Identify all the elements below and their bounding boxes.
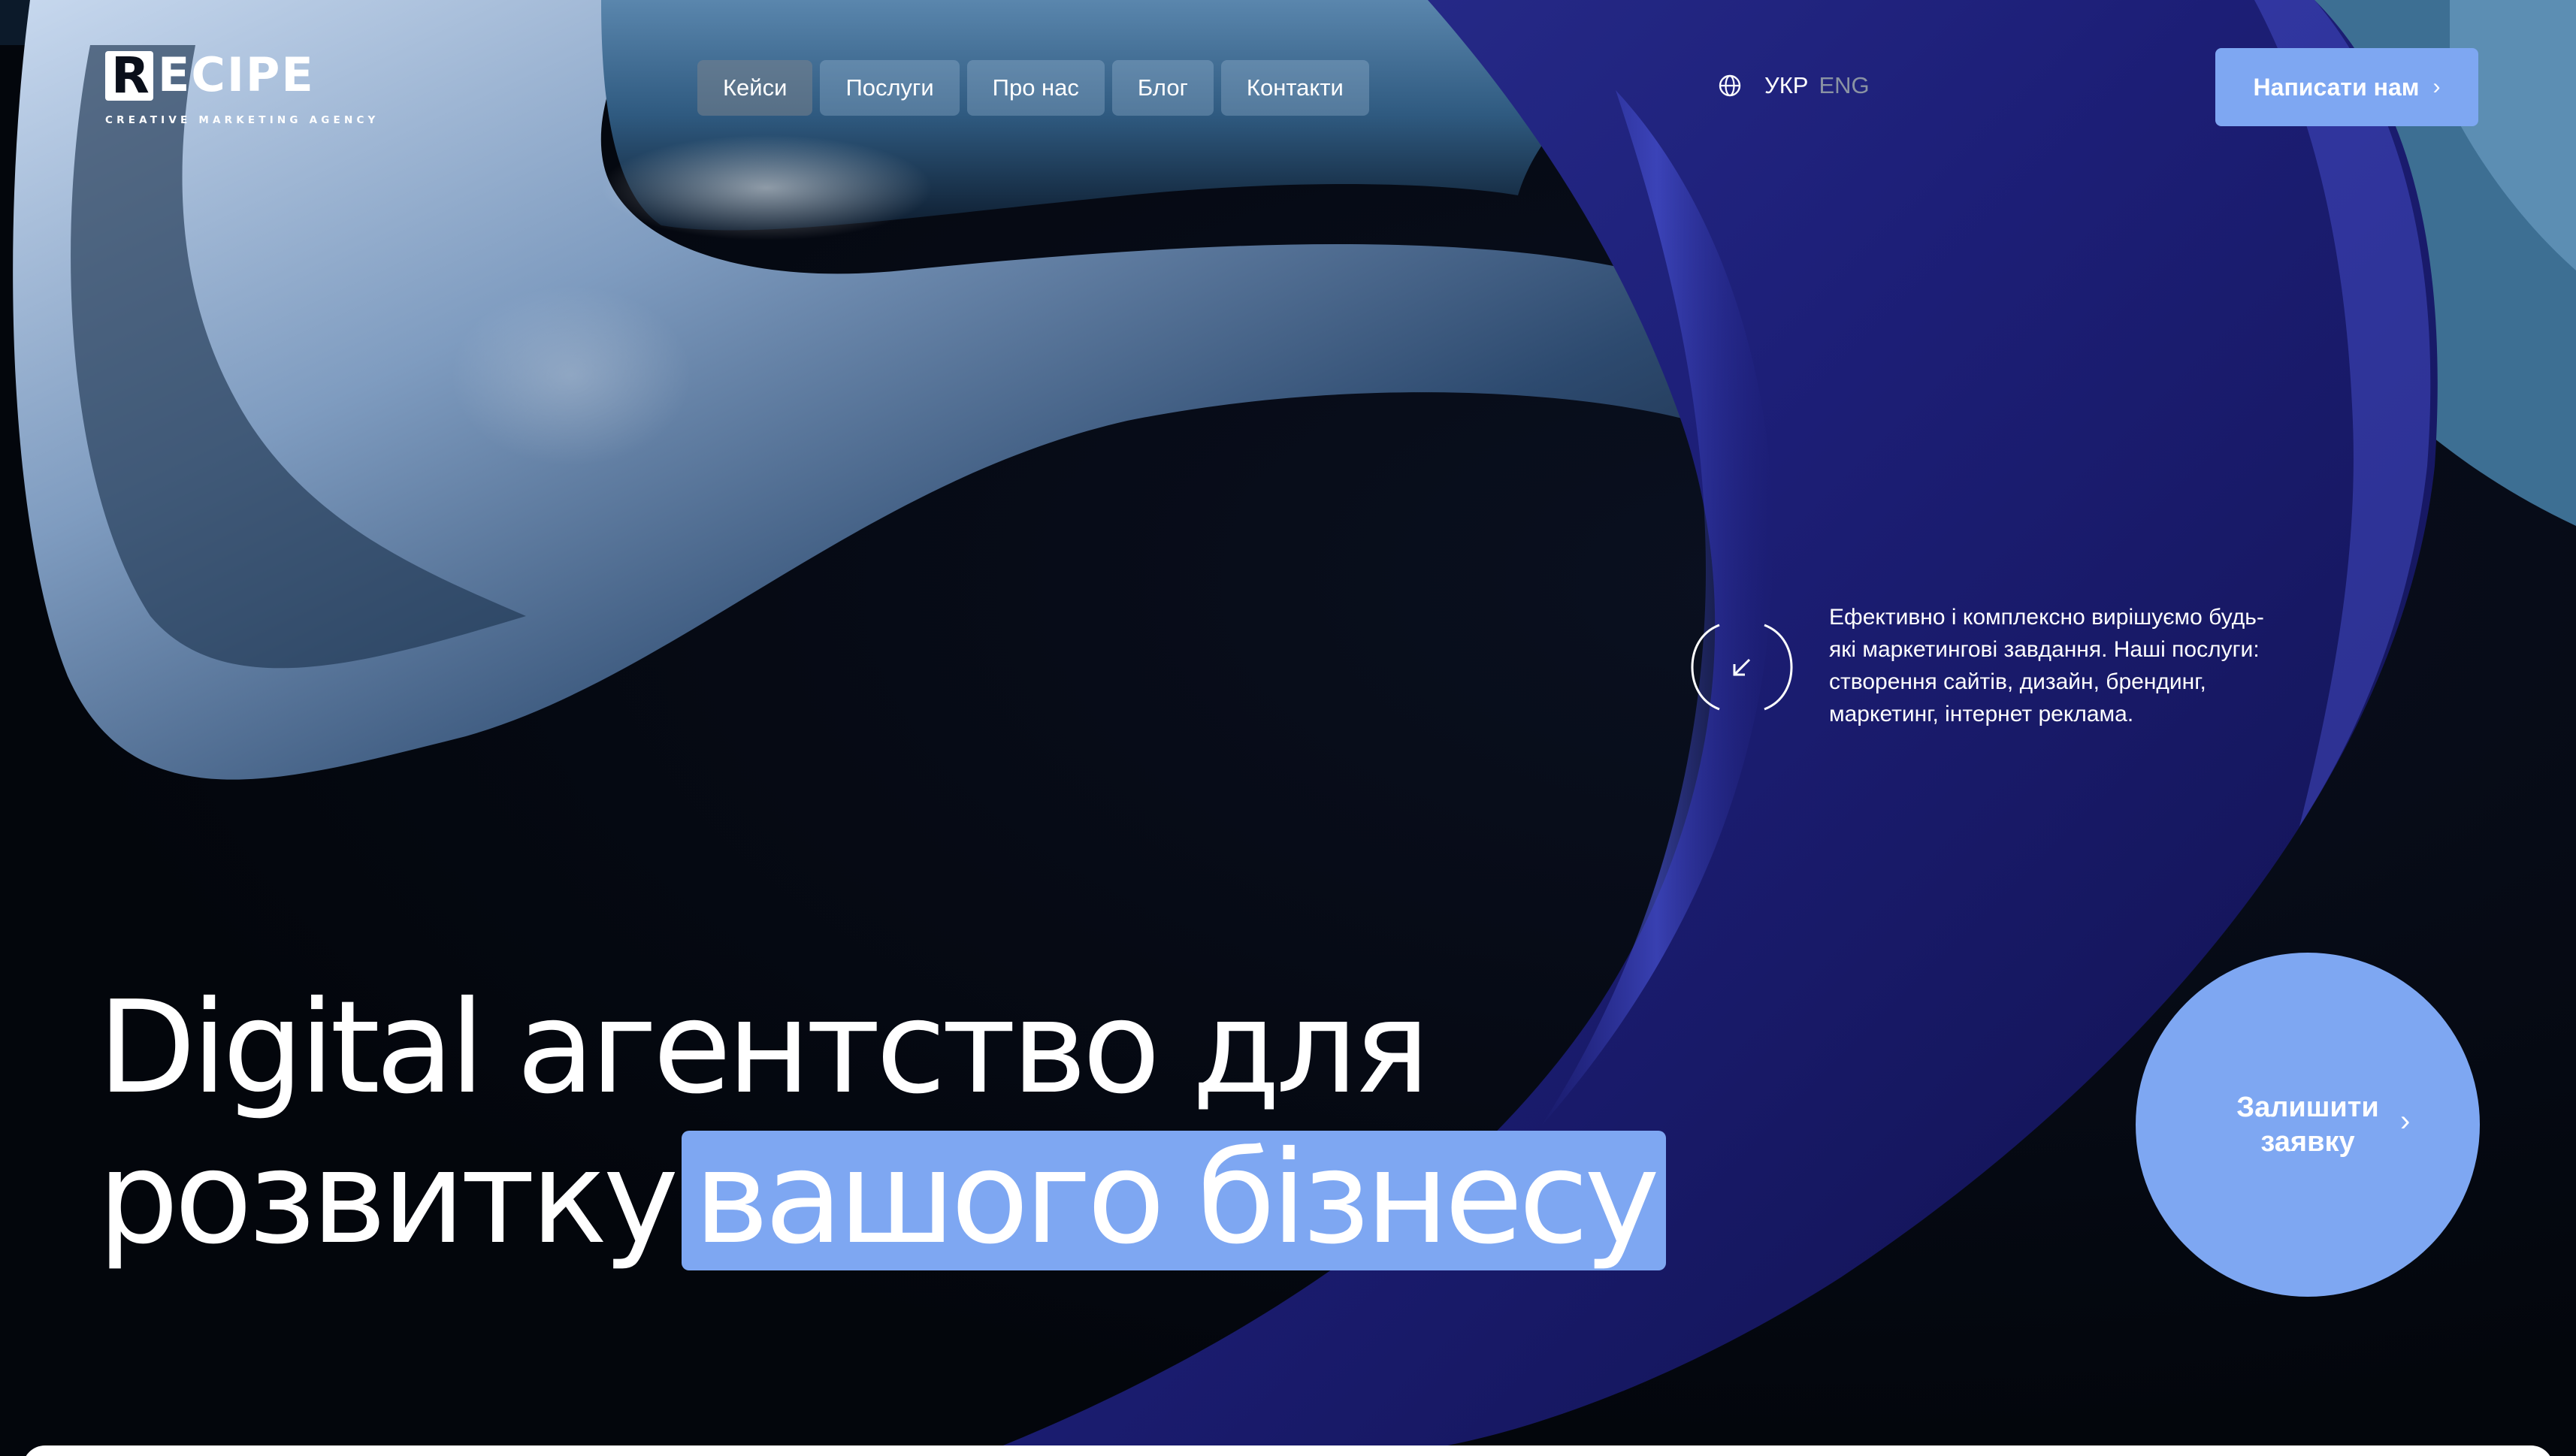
leave-request-button[interactable]: Залишити заявку › <box>2136 953 2480 1297</box>
headline-accent: вашого бізнесу <box>682 1131 1666 1270</box>
nav-item-blog[interactable]: Блог <box>1111 60 1214 116</box>
leave-request-label: Залишити заявку <box>2236 1092 2379 1158</box>
write-us-label: Написати нам <box>2253 73 2420 101</box>
headline-line-1: Digital агентство для <box>98 974 1430 1122</box>
chevron-right-icon: › <box>2432 74 2441 99</box>
logo-wordmark: ECIPE <box>158 47 315 102</box>
logo-letter: R <box>111 47 150 104</box>
arrow-down-left-icon <box>1691 624 1793 711</box>
hero-headline: Digital агентство для розвитку вашого біз… <box>98 977 1666 1277</box>
logo[interactable]: R ECIPE CREATIVE MARKETING AGENCY <box>105 47 375 132</box>
main-nav: Кейси Послуги Про нас Блог Контакти <box>697 60 1369 116</box>
headline-line-2: розвитку вашого бізнесу <box>98 1127 1666 1277</box>
headline-plain: розвитку <box>98 1124 679 1273</box>
lang-eng[interactable]: ENG <box>1819 72 1869 99</box>
chevron-right-icon: › <box>2400 1104 2411 1137</box>
logo-tagline: CREATIVE MARKETING AGENCY <box>105 114 379 126</box>
nav-item-about[interactable]: Про нас <box>966 60 1105 116</box>
nav-item-contacts[interactable]: Контакти <box>1220 60 1369 116</box>
hero-description: Ефективно і комплексно вирішуємо будь-як… <box>1829 605 2264 726</box>
globe-icon <box>1719 74 1741 97</box>
next-section-edge <box>23 1445 2553 1456</box>
nav-item-cases[interactable]: Кейси <box>697 60 813 116</box>
lang-ukr[interactable]: УКР <box>1764 72 1808 99</box>
nav-item-services[interactable]: Послуги <box>820 60 960 116</box>
write-us-button[interactable]: Написати нам › <box>2215 48 2478 126</box>
language-switcher: УКР ENG <box>1718 72 1870 99</box>
hero-page: R ECIPE CREATIVE MARKETING AGENCY Кейси … <box>0 0 2576 1456</box>
logo-mark: R <box>105 47 153 104</box>
